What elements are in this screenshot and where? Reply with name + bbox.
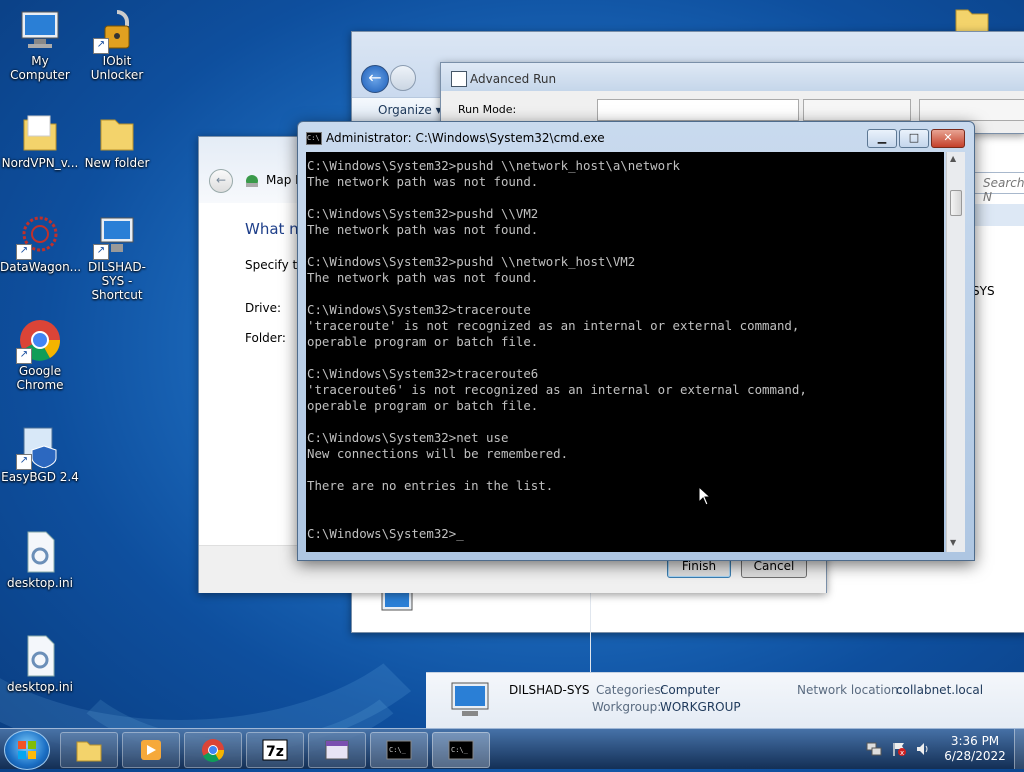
chrome-icon — [202, 739, 225, 762]
toolbar-field[interactable] — [919, 99, 1024, 121]
clock-time: 3:36 PM — [950, 734, 1000, 748]
desktop-icon-label: desktop.ini — [7, 680, 73, 694]
taskbar: 7z C:\_ C:\_ x 3:36 PM 6/28/2022 — [0, 728, 1024, 770]
desktop-icon-label: Google Chrome — [16, 364, 64, 392]
scroll-thumb[interactable] — [950, 190, 962, 216]
details-computer-name: DILSHAD-SYS — [509, 683, 590, 697]
list-item-text: SYS — [972, 284, 995, 298]
computer-icon: ↗ — [93, 214, 139, 260]
datawagon-icon: ↗ — [16, 214, 62, 260]
search-box[interactable]: Search N — [974, 172, 1024, 204]
folder-icon — [18, 110, 62, 154]
maximize-button[interactable]: □ — [899, 129, 929, 148]
details-network-value: collabnet.local — [896, 683, 984, 697]
computer-icon — [18, 8, 62, 52]
app-window-icon — [325, 740, 349, 760]
network-tray-icon[interactable] — [866, 741, 882, 760]
volume-icon[interactable] — [915, 741, 931, 760]
scroll-down-arrow-icon[interactable]: ▼ — [950, 538, 956, 547]
taskbar-cmd-1[interactable]: C:\_ — [370, 732, 428, 768]
cmd-icon: C:\_ — [448, 740, 474, 760]
settings-file-icon — [18, 530, 62, 574]
svg-text:C:\_: C:\_ — [451, 746, 469, 754]
desktop-icon-new-folder[interactable]: New folder — [77, 110, 157, 170]
network-drive-icon — [244, 173, 260, 192]
taskbar-media-player[interactable] — [122, 732, 180, 768]
folder-icon — [76, 741, 102, 762]
desktop-icon-google-chrome[interactable]: ↗ Google Chrome — [0, 318, 80, 392]
desktop-icon-label: IObit Unlocker — [90, 54, 144, 82]
cmd-icon: C:\ — [306, 132, 322, 145]
forward-button[interactable] — [390, 65, 416, 91]
desktop-icon-nordvpn[interactable]: NordVPN_v... — [0, 110, 80, 170]
action-center-flag-icon[interactable]: x — [891, 741, 907, 760]
clock-date: 6/28/2022 — [944, 749, 1006, 763]
unlock-icon: ↗ — [93, 8, 139, 54]
window-title: Advanced Run — [470, 72, 557, 86]
desktop-icon-desktop-ini-2[interactable]: desktop.ini — [0, 634, 80, 694]
details-network-label: Network location: — [797, 683, 903, 697]
settings-file-icon — [18, 634, 62, 678]
details-workgroup-label: Workgroup: — [592, 700, 662, 714]
taskbar-chrome[interactable] — [184, 732, 242, 768]
desktop-icon-easybgd[interactable]: ↗ EasyBGD 2.4 — [0, 424, 80, 484]
desktop-icon-label: DILSHAD-SYS - Shortcut — [88, 260, 146, 302]
svg-text:C:\_: C:\_ — [389, 746, 407, 754]
run-mode-select[interactable] — [597, 99, 799, 121]
7zip-icon: 7z — [262, 739, 288, 761]
desktop-icon-label: DataWagon... — [0, 260, 82, 274]
clock[interactable]: 3:36 PM 6/28/2022 — [940, 734, 1010, 764]
easybgd-icon: ↗ — [16, 424, 62, 470]
back-button[interactable]: ← — [209, 169, 233, 193]
details-pane: DILSHAD-SYS Categories: Computer Workgro… — [426, 672, 1024, 729]
terminal-text: C:\Windows\System32>pushd \\network_host… — [307, 158, 807, 541]
desktop-icon-my-computer[interactable]: My Computer — [0, 8, 80, 82]
cmd-icon: C:\_ — [386, 740, 412, 760]
run-mode-label: Run Mode: — [458, 103, 517, 116]
desktop-icon-label: My Computer — [10, 54, 70, 82]
desktop-icon-desktop-ini[interactable]: desktop.ini — [0, 530, 80, 590]
details-categories-label: Categories: — [596, 683, 665, 697]
toolbar-field[interactable] — [803, 99, 911, 121]
search-input[interactable]: Search N — [983, 176, 1024, 204]
drive-label: Drive: — [245, 301, 282, 315]
back-button[interactable]: ← — [361, 65, 389, 93]
details-workgroup-value: WORKGROUP — [660, 700, 741, 714]
dialog-instructions: Specify th — [245, 258, 305, 272]
vertical-scrollbar[interactable]: ▲ ▼ — [946, 152, 965, 552]
details-categories-value: Computer — [660, 683, 720, 697]
desktop-icon-label: New folder — [84, 156, 150, 170]
minimize-button[interactable]: ▁ — [867, 129, 897, 148]
scroll-up-arrow-icon[interactable]: ▲ — [950, 154, 956, 163]
cmd-window[interactable]: C:\ Administrator: C:\Windows\System32\c… — [297, 121, 975, 561]
taskbar-7zip[interactable]: 7z — [246, 732, 304, 768]
desktop-icon-datawagon[interactable]: ↗ DataWagon... — [0, 214, 82, 274]
organize-button[interactable]: Organize ▾ — [378, 103, 442, 117]
computer-icon — [448, 679, 496, 724]
mouse-cursor-icon — [698, 485, 712, 509]
desktop-icon-dilshad-shortcut[interactable]: ↗ DILSHAD-SYS - Shortcut — [77, 214, 157, 302]
desktop-icon-iobit-unlocker[interactable]: ↗ IObit Unlocker — [77, 8, 157, 82]
folder-icon — [95, 110, 139, 154]
app-icon — [451, 71, 467, 87]
svg-text:x: x — [900, 749, 904, 757]
windows-logo-icon — [18, 741, 36, 759]
taskbar-cmd-2[interactable]: C:\_ — [432, 732, 490, 768]
window-title: Administrator: C:\Windows\System32\cmd.e… — [326, 131, 605, 145]
taskbar-advanced-run[interactable] — [308, 732, 366, 768]
svg-text:7z: 7z — [266, 744, 284, 760]
media-player-icon — [141, 740, 161, 760]
desktop-icon-label: EasyBGD 2.4 — [1, 470, 79, 484]
taskbar-explorer[interactable] — [60, 732, 118, 768]
desktop-icon-label: NordVPN_v... — [1, 156, 79, 170]
desktop-icon-label: desktop.ini — [7, 576, 73, 590]
folder-label: Folder: — [245, 331, 286, 345]
start-button[interactable] — [4, 730, 50, 770]
chrome-icon: ↗ — [16, 318, 62, 364]
terminal-output[interactable]: C:\Windows\System32>pushd \\network_host… — [306, 152, 944, 552]
show-desktop-button[interactable] — [1014, 729, 1024, 769]
close-button[interactable]: ✕ — [931, 129, 965, 148]
